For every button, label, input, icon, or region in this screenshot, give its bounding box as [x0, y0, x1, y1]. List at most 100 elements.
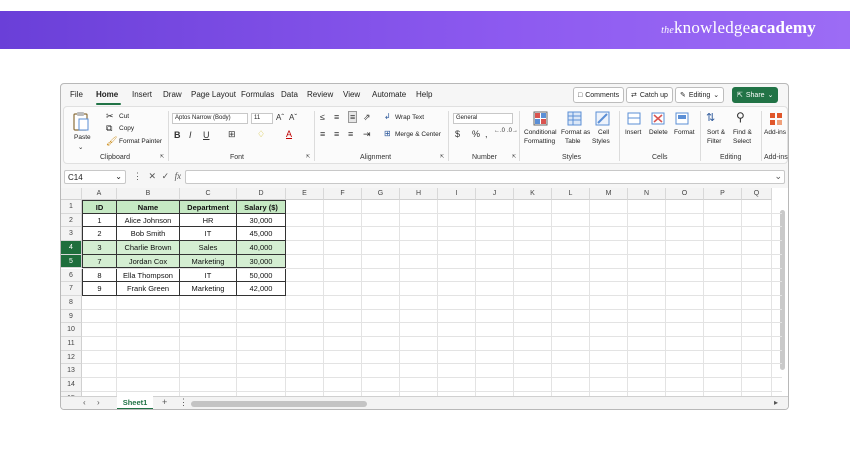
delete-cells-button[interactable]: Delete: [649, 129, 668, 136]
search-icon[interactable]: ⚲: [736, 110, 745, 124]
decrease-decimal-icon[interactable]: .0→: [507, 128, 518, 134]
table-cell[interactable]: 7: [82, 254, 117, 269]
align-right-icon[interactable]: ≡: [348, 129, 353, 139]
borders-icon[interactable]: ⊞: [228, 129, 236, 140]
format-cells-button[interactable]: Format: [674, 129, 695, 136]
format-painter-button[interactable]: Format Painter: [119, 138, 162, 145]
delete-cells-icon[interactable]: [651, 112, 665, 125]
decrease-font-icon[interactable]: Aˇ: [289, 113, 297, 122]
row-header-3[interactable]: 3: [61, 227, 82, 242]
table-cell[interactable]: 9: [82, 282, 117, 296]
row-header-10[interactable]: 10: [61, 323, 82, 337]
table-cell[interactable]: 45,000: [237, 227, 286, 242]
currency-icon[interactable]: $: [455, 129, 460, 139]
chevron-down-icon[interactable]: ⌄: [78, 143, 83, 151]
table-cell[interactable]: 50,000: [237, 268, 286, 283]
number-format-select[interactable]: General: [453, 113, 513, 124]
table-cell[interactable]: HR: [180, 213, 237, 228]
align-center-icon[interactable]: ≡: [334, 129, 339, 139]
column-header-n[interactable]: N: [628, 188, 666, 200]
comma-icon[interactable]: ,: [485, 129, 488, 139]
chevron-down-icon[interactable]: ⌄: [774, 171, 782, 182]
dialog-launcher-icon[interactable]: ⇱: [440, 154, 444, 160]
comments-button[interactable]: □ Comments: [573, 87, 625, 103]
format-cells-icon[interactable]: [675, 112, 689, 125]
orientation-icon[interactable]: ⇗: [363, 112, 371, 123]
column-header-k[interactable]: K: [514, 188, 552, 200]
column-header-c[interactable]: C: [180, 188, 237, 200]
editing-mode-button[interactable]: ✎ Editing ⌄: [675, 87, 725, 103]
table-cell[interactable]: Marketing: [180, 254, 237, 269]
column-header-p[interactable]: P: [704, 188, 742, 200]
align-top-icon[interactable]: ≤: [320, 112, 325, 122]
menu-file[interactable]: File: [70, 90, 83, 99]
catchup-button[interactable]: ⇄ Catch up: [626, 87, 673, 103]
menu-draw[interactable]: Draw: [163, 90, 182, 99]
column-header-i[interactable]: I: [438, 188, 476, 200]
table-cell[interactable]: 1: [82, 213, 117, 228]
table-cell[interactable]: 30,000: [237, 254, 286, 269]
insert-cells-icon[interactable]: [627, 112, 641, 125]
row-header-11[interactable]: 11: [61, 337, 82, 351]
merge-center-button[interactable]: Merge & Center: [395, 131, 441, 138]
column-header-o[interactable]: O: [666, 188, 704, 200]
name-box[interactable]: C14 ⌄: [64, 170, 126, 184]
vertical-scroll-thumb[interactable]: [780, 210, 785, 370]
table-cell[interactable]: 2: [82, 227, 117, 242]
conditional-formatting-icon[interactable]: [533, 111, 548, 126]
column-header-g[interactable]: G: [362, 188, 400, 200]
spreadsheet-grid[interactable]: ABCDEFGHIJKLMNOPQ123456789101112131415ID…: [61, 188, 788, 406]
menu-data[interactable]: Data: [281, 90, 298, 99]
column-header-q[interactable]: Q: [742, 188, 772, 200]
dialog-launcher-icon[interactable]: ⇱: [160, 154, 164, 160]
table-cell[interactable]: Sales: [180, 241, 237, 255]
cancel-icon[interactable]: ✕: [149, 171, 157, 181]
row-header-1[interactable]: 1: [61, 200, 82, 214]
row-header-9[interactable]: 9: [61, 309, 82, 324]
menu-automate[interactable]: Automate: [372, 90, 406, 99]
cell-styles-button[interactable]: Cell: [598, 129, 609, 136]
fill-color-icon[interactable]: ♢: [257, 129, 265, 140]
select-all-corner[interactable]: [61, 188, 82, 200]
sort-filter-button[interactable]: Sort &: [707, 129, 725, 136]
row-header-13[interactable]: 13: [61, 364, 82, 379]
column-header-e[interactable]: E: [286, 188, 324, 200]
sheet-tab-sheet1[interactable]: Sheet1: [117, 396, 153, 409]
table-cell[interactable]: 3: [82, 241, 117, 255]
menu-home[interactable]: Home: [96, 90, 118, 99]
menu-view[interactable]: View: [343, 90, 360, 99]
table-cell[interactable]: 42,000: [237, 282, 286, 296]
formula-input[interactable]: [185, 170, 785, 184]
table-cell[interactable]: 30,000: [237, 213, 286, 228]
row-header-5[interactable]: 5: [61, 254, 82, 269]
sort-filter-icon[interactable]: ⇅: [706, 111, 715, 124]
table-cell[interactable]: 40,000: [237, 241, 286, 255]
confirm-icon[interactable]: ✓: [162, 171, 170, 181]
column-header-b[interactable]: B: [117, 188, 180, 200]
column-header-m[interactable]: M: [590, 188, 628, 200]
indent-icon[interactable]: ⇥: [363, 129, 371, 140]
percent-icon[interactable]: %: [472, 129, 480, 139]
font-name-select[interactable]: Aptos Narrow (Body): [172, 113, 248, 124]
table-cell[interactable]: 8: [82, 268, 117, 283]
underline-icon[interactable]: U: [203, 130, 210, 140]
vertical-scrollbar[interactable]: [779, 200, 786, 396]
format-as-table-icon[interactable]: [567, 111, 582, 126]
font-size-select[interactable]: 11: [251, 113, 273, 124]
chevron-left-icon[interactable]: ‹: [83, 398, 86, 407]
table-cell[interactable]: Frank Green: [117, 282, 180, 296]
copy-button[interactable]: Copy: [119, 125, 134, 132]
row-header-6[interactable]: 6: [61, 268, 82, 283]
bold-icon[interactable]: B: [174, 130, 181, 140]
align-middle-icon[interactable]: ≡: [334, 112, 339, 122]
column-header-d[interactable]: D: [237, 188, 286, 200]
table-cell[interactable]: Ella Thompson: [117, 268, 180, 283]
scroll-right-icon[interactable]: ▸: [774, 398, 778, 407]
column-header-a[interactable]: A: [82, 188, 117, 200]
menu-insert[interactable]: Insert: [132, 90, 152, 99]
function-icon[interactable]: fx: [175, 171, 182, 181]
column-header-f[interactable]: F: [324, 188, 362, 200]
row-header-12[interactable]: 12: [61, 350, 82, 365]
add-sheet-icon[interactable]: +: [162, 397, 167, 407]
column-header-l[interactable]: L: [552, 188, 590, 200]
